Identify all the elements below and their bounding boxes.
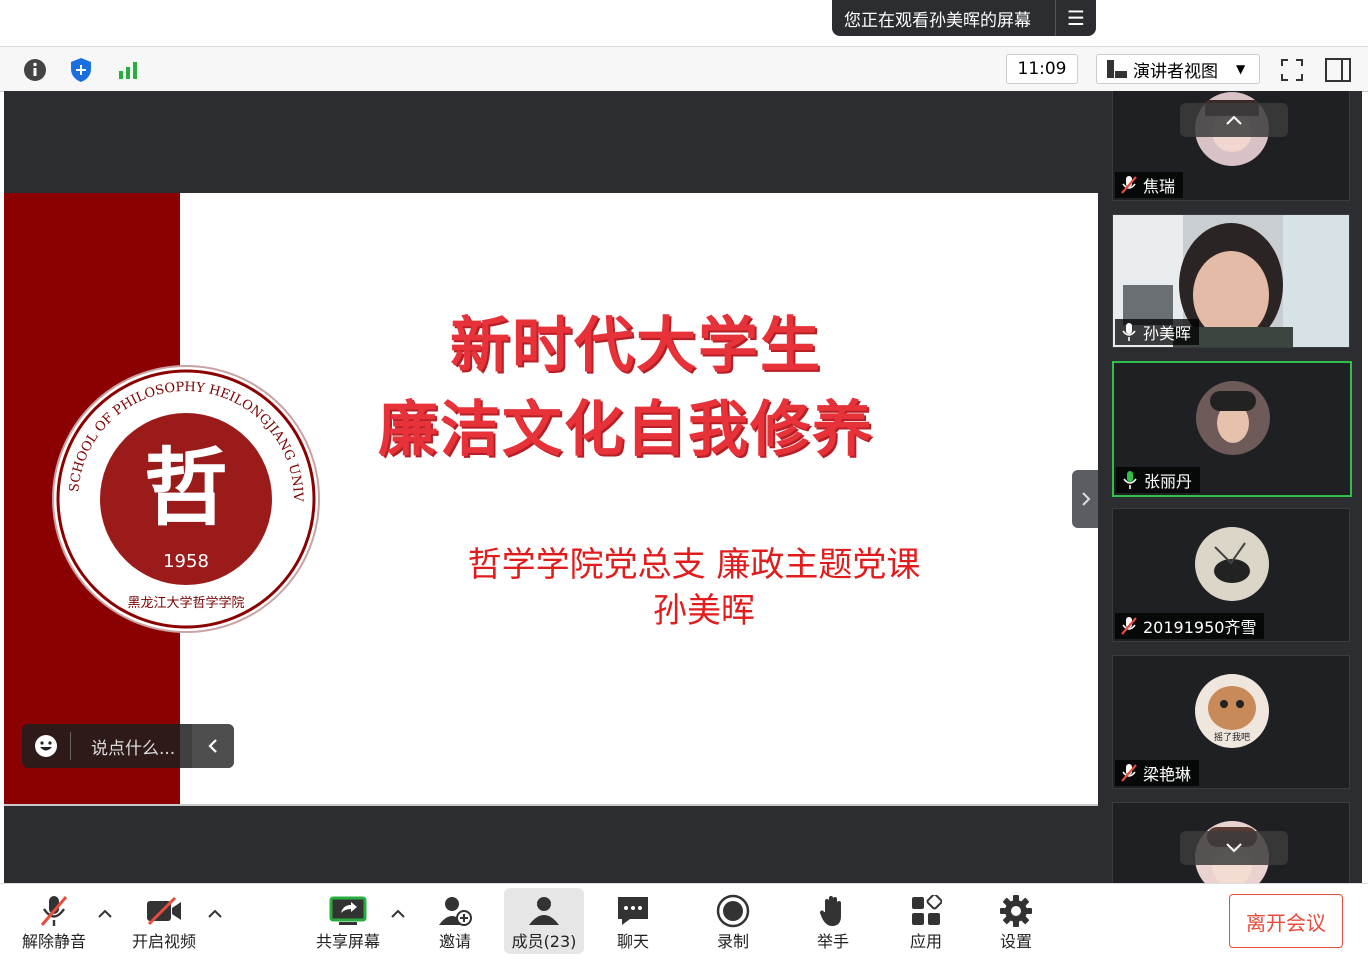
unmute-button[interactable]: 解除静音 bbox=[18, 888, 90, 954]
sharing-banner[interactable]: 您正在观看孙美晖的屏幕 ☰ bbox=[832, 0, 1096, 36]
chat-input-placeholder[interactable]: 说点什么... bbox=[71, 734, 192, 759]
avatar bbox=[1195, 527, 1269, 601]
settings-button[interactable]: 设置 bbox=[987, 888, 1045, 954]
meeting-info-toolbar: 11:09 演讲者视图 ▼ bbox=[0, 46, 1368, 92]
avatar-caption: 摇了我吧 bbox=[1214, 731, 1250, 743]
record-button[interactable]: 录制 bbox=[704, 888, 762, 954]
mic-muted-icon bbox=[1115, 763, 1143, 783]
chevron-up-icon[interactable] bbox=[97, 906, 113, 922]
info-icon[interactable] bbox=[20, 55, 50, 85]
participant-nameplate: 张丽丹 bbox=[1116, 467, 1201, 493]
quick-chat-box[interactable]: 说点什么... bbox=[22, 724, 234, 768]
presentation-slide: SCHOOL OF PHILOSOPHY HEILONGJIANG UNIVER… bbox=[4, 193, 1098, 806]
chat-label: 聊天 bbox=[616, 932, 649, 951]
participant-name: 孙美晖 bbox=[1143, 324, 1192, 343]
participant-nameplate: 孙美晖 bbox=[1115, 319, 1200, 345]
logo-char: 哲 bbox=[144, 439, 228, 537]
fullscreen-icon[interactable] bbox=[1277, 55, 1307, 85]
layout-sidebar-icon[interactable] bbox=[1323, 55, 1353, 85]
mic-speaking-icon bbox=[1116, 470, 1144, 490]
invite-button[interactable]: 邀请 bbox=[426, 888, 484, 954]
settings-label: 设置 bbox=[999, 932, 1032, 951]
participant-name: 20191950齐雪 bbox=[1143, 618, 1257, 637]
chat-bubble-icon bbox=[616, 892, 650, 930]
chevron-up-icon[interactable] bbox=[207, 906, 223, 922]
participant-nameplate: 梁艳琳 bbox=[1115, 760, 1200, 786]
hand-icon bbox=[819, 892, 847, 930]
slide-title-line1: 新时代大学生 bbox=[450, 311, 822, 381]
university-logo: SCHOOL OF PHILOSOPHY HEILONGJIANG UNIVER… bbox=[49, 356, 320, 633]
share-screen-icon bbox=[329, 892, 367, 930]
members-label: 成员(23) bbox=[511, 932, 577, 951]
mic-muted-icon bbox=[39, 892, 69, 930]
chevron-left-icon[interactable] bbox=[192, 724, 234, 768]
scroll-up-button[interactable] bbox=[1180, 103, 1288, 137]
members-button[interactable]: 成员(23) bbox=[504, 888, 584, 954]
participant-nameplate: 20191950齐雪 bbox=[1115, 613, 1265, 639]
participant-tile-active-speaker[interactable]: 张丽丹 bbox=[1112, 361, 1352, 497]
slide-subtitle-line2: 孙美晖 bbox=[653, 591, 755, 631]
chevron-up-icon[interactable] bbox=[390, 906, 406, 922]
start-video-label: 开启视频 bbox=[131, 932, 196, 951]
participant-name: 梁艳琳 bbox=[1143, 765, 1192, 784]
apps-label: 应用 bbox=[909, 932, 942, 951]
gear-icon bbox=[999, 892, 1033, 930]
slide-title-line2: 廉洁文化自我修养 bbox=[378, 395, 874, 465]
meeting-control-bar: 解除静音 开启视频 共享屏幕 邀请 成员(23) 聊天 录制 举手 应用 设置 … bbox=[0, 883, 1368, 960]
chevron-down-icon: ▼ bbox=[1236, 62, 1246, 76]
leave-meeting-button[interactable]: 离开会议 bbox=[1229, 894, 1343, 948]
participant-tile[interactable]: 摇了我吧 梁艳琳 bbox=[1112, 655, 1350, 789]
members-icon bbox=[526, 892, 562, 930]
emoji-icon[interactable] bbox=[22, 732, 71, 760]
avatar: 摇了我吧 bbox=[1195, 674, 1269, 748]
raise-hand-button[interactable]: 举手 bbox=[804, 888, 862, 954]
start-video-button[interactable]: 开启视频 bbox=[126, 888, 202, 954]
sharing-banner-text: 您正在观看孙美晖的屏幕 bbox=[844, 10, 1031, 31]
camera-off-icon bbox=[145, 892, 183, 930]
banner-menu-icon[interactable]: ☰ bbox=[1055, 0, 1096, 36]
window-top bbox=[0, 0, 1368, 46]
logo-year: 1958 bbox=[163, 551, 209, 572]
avatar bbox=[1196, 381, 1270, 455]
participant-nameplate: 焦瑞 bbox=[1115, 172, 1184, 198]
add-user-icon bbox=[437, 892, 473, 930]
invite-label: 邀请 bbox=[438, 932, 471, 951]
gallery-toggle-handle[interactable] bbox=[1072, 470, 1100, 528]
unmute-label: 解除静音 bbox=[21, 932, 86, 951]
participant-gallery[interactable]: 焦瑞 孙美晖 张丽丹 20191950齐雪 摇了我吧 梁艳琳 bbox=[1098, 91, 1362, 883]
participant-tile[interactable]: 20191950齐雪 bbox=[1112, 508, 1350, 642]
mic-muted-icon bbox=[1115, 175, 1143, 195]
participant-name: 焦瑞 bbox=[1143, 177, 1176, 196]
mic-muted-icon bbox=[1115, 616, 1143, 636]
speaker-view-icon bbox=[1107, 60, 1127, 78]
meeting-clock: 11:09 bbox=[1006, 54, 1078, 84]
network-signal-icon[interactable] bbox=[113, 55, 143, 85]
share-screen-button[interactable]: 共享屏幕 bbox=[310, 888, 386, 954]
view-mode-label: 演讲者视图 bbox=[1133, 61, 1218, 82]
security-shield-icon[interactable] bbox=[66, 55, 96, 85]
apps-button[interactable]: 应用 bbox=[897, 888, 955, 954]
view-mode-dropdown[interactable]: 演讲者视图 ▼ bbox=[1096, 54, 1260, 84]
record-label: 录制 bbox=[716, 932, 749, 951]
raise-hand-label: 举手 bbox=[816, 932, 849, 951]
chat-button[interactable]: 聊天 bbox=[604, 888, 662, 954]
record-icon bbox=[716, 892, 750, 930]
participant-name: 张丽丹 bbox=[1144, 472, 1193, 491]
participant-tile[interactable]: 孙美晖 bbox=[1112, 214, 1350, 348]
logo-bottom-text: 黑龙江大学哲学学院 bbox=[127, 595, 244, 611]
share-screen-label: 共享屏幕 bbox=[315, 932, 380, 951]
slide-subtitle-line1: 哲学学院党总支 廉政主题党课 bbox=[467, 545, 921, 585]
scroll-down-button[interactable] bbox=[1180, 831, 1288, 865]
apps-grid-icon bbox=[910, 892, 942, 930]
mic-icon bbox=[1115, 322, 1143, 342]
